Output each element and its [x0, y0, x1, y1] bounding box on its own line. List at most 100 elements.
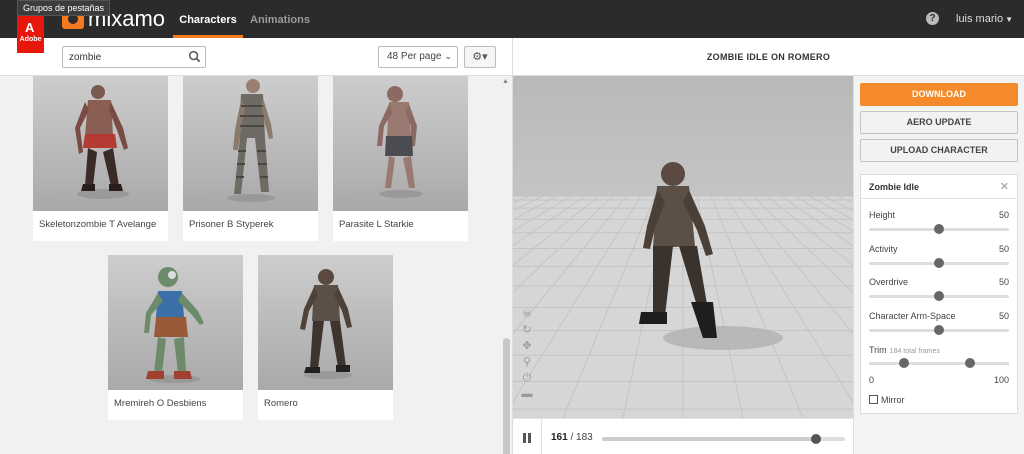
current-frame: 161	[551, 432, 568, 443]
tab-animations[interactable]: Animations	[246, 0, 314, 38]
people-icon: ⚲⚲	[189, 197, 203, 207]
help-icon[interactable]: ?	[926, 12, 939, 25]
slider-value: 50	[998, 244, 1009, 254]
download-button[interactable]: DOWNLOAD	[860, 83, 1018, 106]
tab-groups-tooltip: Grupos de pestañas	[17, 0, 111, 16]
character-card[interactable]: ⚲⚲ Skeletonzombie T Avelange	[33, 76, 168, 241]
playback-separator	[541, 419, 542, 454]
slider-label: Overdrive	[869, 277, 909, 287]
character-thumbnail[interactable]: ⚲⚲	[258, 255, 393, 390]
search-icon[interactable]	[188, 50, 201, 63]
character-name: Parasite L Starkie	[339, 219, 414, 230]
viewport-scene	[513, 76, 853, 418]
character-thumbnail[interactable]: ⚲⚲	[333, 76, 468, 211]
upload-character-button[interactable]: UPLOAD CHARACTER	[860, 139, 1018, 162]
chevron-down-icon: ⌄	[444, 51, 452, 61]
pause-icon[interactable]	[522, 433, 532, 443]
search-input[interactable]	[69, 50, 179, 64]
gear-icon: ⚙▾	[472, 51, 488, 63]
character-card[interactable]: ⚲⚲ Mremireh O Desbiens	[108, 255, 243, 420]
character-browser: 48 Per page⌄ ⚙▾	[0, 38, 513, 454]
power-icon[interactable]: ⏻	[521, 372, 533, 384]
character-name: Skeletonzombie T Avelange	[39, 219, 157, 230]
mirror-option[interactable]: Mirror	[869, 395, 905, 405]
aero-update-button[interactable]: AERO UPDATE	[860, 111, 1018, 134]
close-icon[interactable]: ✕	[1000, 180, 1009, 193]
per-page-select[interactable]: 48 Per page ⌄	[378, 46, 458, 68]
frame-counter: 161 / 183	[551, 432, 593, 443]
slider-value: 50	[998, 210, 1009, 220]
slider-knob[interactable]	[934, 258, 944, 268]
rotate-icon[interactable]: ↻	[521, 324, 533, 336]
character-figure	[377, 86, 423, 198]
browser-toolbar: 48 Per page⌄ ⚙▾	[0, 38, 513, 76]
slider-value: 50	[998, 311, 1009, 321]
playback-track[interactable]	[602, 434, 845, 444]
adobe-icon: A	[25, 20, 35, 35]
preview-title: ZOMBIE IDLE ON ROMERO	[513, 38, 1024, 76]
mirror-checkbox[interactable]	[869, 395, 878, 404]
top-bar: mixamo Characters Animations ? luis mari…	[0, 0, 1024, 38]
height-slider[interactable]: Height 50	[869, 210, 1009, 240]
search-box[interactable]	[62, 46, 206, 68]
move-icon[interactable]: ✥	[521, 340, 533, 352]
slider-value: 50	[998, 277, 1009, 287]
character-card[interactable]: ⚲⚲ Romero	[258, 255, 393, 420]
animation-title: Zombie Idle	[869, 182, 920, 192]
character-name: Romero	[264, 398, 298, 409]
people-icon: ⚲⚲	[39, 197, 53, 207]
trim-end-knob[interactable]	[964, 358, 975, 368]
trim-track[interactable]	[869, 362, 1009, 365]
trim-title: Trim	[869, 345, 887, 355]
user-menu[interactable]: luis mario ▼	[956, 13, 1013, 25]
character-figure	[300, 269, 352, 379]
slider-label: Activity	[869, 244, 898, 254]
trim-label: Trim 184 total frames	[869, 345, 940, 355]
trim-slider[interactable]: Trim 184 total frames 0 100	[869, 345, 1009, 387]
overdrive-slider[interactable]: Overdrive 50	[869, 277, 1009, 307]
scroll-up-icon[interactable]: ▲	[502, 78, 509, 85]
slider-knob[interactable]	[934, 325, 944, 335]
app: mixamo Characters Animations ? luis mari…	[0, 0, 1024, 454]
slider-knob[interactable]	[934, 291, 944, 301]
total-frames: 183	[576, 432, 593, 443]
character-thumbnail[interactable]: ⚲⚲	[33, 76, 168, 211]
character-figure	[75, 85, 129, 199]
character-thumbnail[interactable]: ⚲⚲	[108, 255, 243, 390]
character-figure	[144, 267, 204, 383]
slider-knob[interactable]	[934, 224, 944, 234]
caret-down-icon: ▼	[1005, 15, 1013, 24]
character-thumbnail[interactable]: ⚲⚲	[183, 76, 318, 211]
action-sidebar: DOWNLOAD AERO UPDATE UPLOAD CHARACTER Zo…	[853, 76, 1024, 454]
scrollbar-thumb[interactable]	[503, 338, 510, 454]
viewport-tools: ☠ ↻ ✥ ⚲ ⏻ ▬	[521, 308, 535, 404]
character-name: Mremireh O Desbiens	[114, 398, 207, 409]
per-page-value: 48 Per page	[387, 51, 442, 62]
people-icon: ⚲⚲	[114, 376, 128, 386]
3d-viewport[interactable]: ☠ ↻ ✥ ⚲ ⏻ ▬	[513, 76, 853, 418]
user-name: luis mario	[956, 13, 1004, 25]
activity-slider[interactable]: Activity 50	[869, 244, 1009, 274]
character-card[interactable]: ⚲⚲ Prisoner B Styperek	[183, 76, 318, 241]
zoom-icon[interactable]: ⚲	[521, 356, 533, 368]
animation-settings-panel: Zombie Idle ✕ Height 50 Activity 50 Over…	[860, 174, 1018, 414]
character-grid: ⚲⚲ Skeletonzombie T Avelange ⚲⚲ Prisoner…	[0, 76, 500, 454]
tab-characters[interactable]: Characters	[173, 0, 243, 38]
skull-icon[interactable]: ☠	[521, 308, 533, 320]
camera-icon[interactable]: ▬	[521, 388, 533, 400]
panel-header: Zombie Idle ✕	[861, 175, 1017, 199]
trim-start-knob[interactable]	[899, 358, 909, 368]
character-card[interactable]: ⚲⚲ Parasite L Starkie	[333, 76, 468, 241]
preview-pane: ZOMBIE IDLE ON ROMERO ☠ ↻ ✥ ⚲ ⏻ ▬ 161 / …	[513, 38, 1024, 454]
playback-knob[interactable]	[810, 434, 821, 444]
trim-subtitle: 184 total frames	[889, 348, 940, 355]
settings-button[interactable]: ⚙▾	[464, 46, 496, 68]
playback-bar: 161 / 183	[513, 418, 853, 454]
adobe-badge[interactable]: A Adobe	[17, 16, 44, 53]
arm-space-slider[interactable]: Character Arm-Space 50	[869, 311, 1009, 341]
trim-max: 100	[993, 375, 1009, 385]
mirror-label: Mirror	[881, 395, 905, 405]
character-name: Prisoner B Styperek	[189, 219, 274, 230]
people-icon: ⚲⚲	[339, 197, 353, 207]
slider-label: Character Arm-Space	[869, 311, 956, 321]
